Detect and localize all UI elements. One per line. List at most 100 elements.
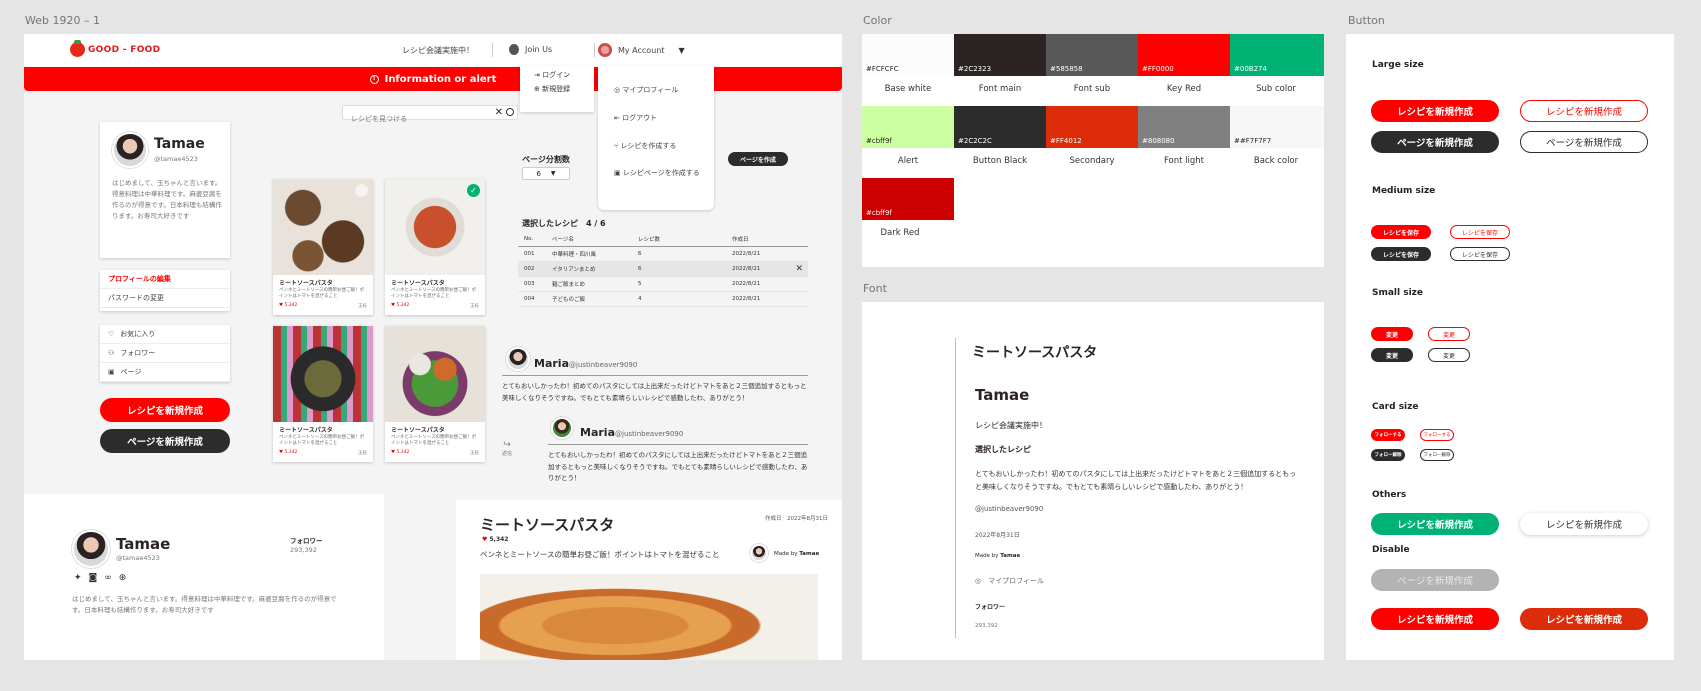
account-menu-item[interactable]: ▣ レシピページを作成する [614,168,700,180]
profile-section: Tamae @tamae4523 フォロワー 293,392 ✦ ◙ ∞ ⊕ はじめま… [24,494,384,660]
my-account-menu[interactable]: My Account ▼ [598,43,685,57]
join-us-link[interactable]: Join Us [509,44,552,55]
account-menu-item[interactable]: ⇤ ログアウト [614,113,657,125]
likes: 5,342 [284,449,298,455]
logo-text: GOOD - FOOD [88,44,161,55]
search-input[interactable] [343,112,488,126]
clear-icon[interactable]: ✕ [495,106,503,119]
alert-text: Information or alert [384,73,497,85]
change-password-link[interactable]: パスワードの変更 [100,289,230,308]
sidebar-item-pages[interactable]: ▣ ページ [100,363,230,382]
selected-label: 選択したレシピ 4 / 6 [522,218,606,229]
author-name: Tamae [799,551,820,557]
table-row[interactable]: 003 麺ご飯まとめ 5 2022/8/21 [518,277,808,292]
account-menu-item[interactable]: ◎ マイプロフィール [614,85,678,97]
profile-actions: プロフィールの編集 パスワードの変更 [100,270,230,311]
made-by-label: Made by [975,553,999,559]
selected-count: 4 / 6 [586,219,606,228]
twitter-icon[interactable]: ✦ [74,573,82,583]
search-box[interactable]: ✕ [342,105,518,126]
unfollow-button[interactable]: フォロー解除 [1371,449,1405,461]
font-h2: Tamae [975,386,1030,404]
recipe-card[interactable]: ミートソースパスタ ペンネとミートソースの簡単お昼ご飯！ポイントはトマトを混ぜる… [273,326,373,462]
profile-name: Tamae [154,136,205,152]
avatar [112,132,148,168]
follow-button[interactable]: フォローする [1371,429,1405,441]
table-row[interactable]: 002 イタリアンまとめ 6 2022/8/21 ✕ [518,262,808,277]
create-page-outline-button[interactable]: ページを新規作成 [1520,131,1648,153]
recipe-image [385,326,485,422]
globe-icon[interactable]: ⊕ [119,573,127,583]
profile-icon: ◎ [975,577,989,585]
create-recipe-outline-button[interactable]: レシピを新規作成 [1520,100,1648,122]
comment-text: とてもおいしかったわ！初めてのパスタにしては上出来だったけどトマトをあと２三個追… [548,451,808,483]
create-page-small-button[interactable]: ページを作成 [728,152,788,166]
login-item[interactable]: ⇥ ログイン [534,70,570,82]
comment-name: Maria [580,426,615,439]
paging-label: ページ分割数 [522,155,570,164]
swatch-hex: #2C2323 [958,65,992,73]
detail-date: 作成日 2022年8月31日 [765,514,828,522]
font-p1: レシピ会議実施中！ [975,421,1047,430]
create-recipe-button[interactable]: レシピを新規作成 [100,398,230,422]
save-recipe-button[interactable]: レシピを保存 [1371,225,1431,239]
change-dark-outline-button[interactable]: 変更 [1428,348,1470,362]
button-frame: Large size レシピを新規作成 レシピを新規作成 ページを新規作成 ペー… [1346,34,1674,660]
web-frame: GOOD - FOOD レシピ会議実施中！ Join Us My Account… [24,34,842,660]
change-button[interactable]: 変更 [1371,327,1413,341]
save-recipe-dark-outline-button[interactable]: レシピを保存 [1450,247,1510,261]
create-page-button[interactable]: ページを新規作成 [100,429,230,453]
caret-down-icon: ▼ [678,45,685,55]
create-recipe-secondary-button[interactable]: レシピを新規作成 [1520,608,1648,630]
likes: 5,342 [489,536,509,543]
table-row[interactable]: 001 中華料理・四川風 6 2022/8/21 [518,247,808,262]
create-recipe-button[interactable]: レシピを新規作成 [1371,100,1499,122]
signup-item[interactable]: ⊕ 新規登録 [534,84,570,96]
save-recipe-outline-button[interactable]: レシピを保存 [1450,225,1510,239]
create-recipe-green-button[interactable]: レシピを新規作成 [1371,513,1499,535]
recipe-card[interactable]: ミートソースパスタ ペンネとミートソースの簡単お昼ご飯！ポイントはトマトを混ぜる… [385,326,485,462]
change-outline-button[interactable]: 変更 [1428,327,1470,341]
follow-outline-button[interactable]: フォローする [1420,429,1454,441]
font-profile-link[interactable]: ◎ マイプロフィール [975,576,1044,586]
recipe-desc: ペンネとミートソースの簡単お昼ご飯！ポイントはトマトを混ぜること [279,435,365,447]
save-recipe-dark-button[interactable]: レシピを保存 [1371,247,1431,261]
swatch-hex: #cbff9f [866,209,892,217]
profile-handle: @tamae4523 [116,554,160,562]
create-page-button[interactable]: ページを新規作成 [1371,131,1499,153]
font-body: とてもおいしかったわ！初めてのパスタにしては上出来だったけどトマトをあと２三個追… [975,470,1297,491]
check-icon[interactable]: ✓ [467,184,480,197]
swatch-name: Base white [884,84,932,94]
swatch-hex: #cbff9f [866,137,892,145]
color-swatch: #2C2323 [954,34,1046,76]
table-header-cell: ページ名 [552,237,574,243]
frame-label-web: Web 1920 – 1 [25,14,100,27]
recipe-card[interactable]: ✓ ミートソースパスタ ペンネとミートソースの簡単お昼ご飯！ポイントはトマトを混… [385,179,485,315]
sidebar-item-followers[interactable]: ⚇ フォロワー [100,344,230,363]
avatar [750,544,768,562]
account-menu-item[interactable]: ⑂ レシピを作成する [614,141,676,153]
select-check-icon[interactable] [355,184,368,197]
recipe-card[interactable]: ミートソースパスタ ペンネとミートソースの簡単お昼ご飯！ポイントはトマトを混ぜる… [273,179,373,315]
detail-likes: ♥ 5,342 [482,536,508,543]
search-icon[interactable] [506,108,514,116]
paging-select[interactable]: 6 ▼ [522,167,570,180]
table-row[interactable]: 004 子どものご飯 4 2022/8/21 [518,292,808,307]
create-recipe-white-button[interactable]: レシピを新規作成 [1520,513,1648,535]
user-icon [509,44,519,55]
create-recipe-button[interactable]: レシピを新規作成 [1371,608,1499,630]
change-dark-button[interactable]: 変更 [1371,348,1413,362]
logo[interactable]: GOOD - FOOD [70,40,161,57]
sidebar-item-favorites[interactable]: ♡ お気に入り [100,325,230,344]
instagram-icon[interactable]: ◙ [89,573,98,583]
account-menu-label: レシピを作成する [620,142,677,150]
date-value: 2022年8月31日 [787,516,828,522]
remove-icon[interactable]: ✕ [795,264,803,274]
meta-icon[interactable]: ∞ [104,573,112,583]
caret-down-icon: ▼ [550,170,556,177]
reply-button[interactable]: ↪ 返信 [502,440,512,457]
paging-value: 6 [536,169,541,178]
edit-profile-link[interactable]: プロフィールの編集 [100,270,230,289]
table-cell: 5 [638,281,642,287]
unfollow-outline-button[interactable]: フォロー解除 [1420,449,1454,461]
